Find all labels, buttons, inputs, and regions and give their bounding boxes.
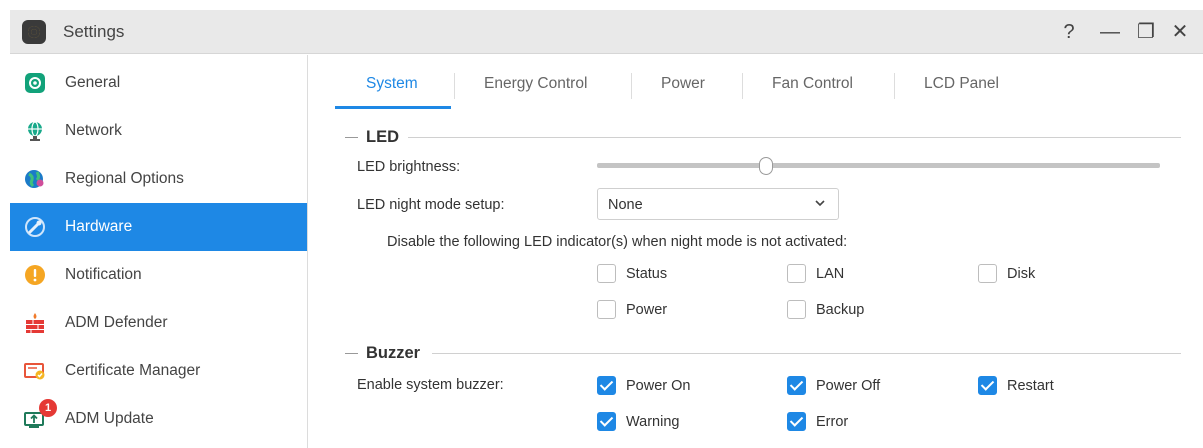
power-on-buzzer-checkbox[interactable] (597, 376, 616, 395)
sidebar-item-hardware[interactable]: Hardware (10, 203, 307, 251)
active-tab-indicator (335, 106, 451, 109)
tab-lcd-panel[interactable]: LCD Panel (924, 75, 999, 93)
chevron-down-icon (815, 200, 825, 207)
sidebar-item-label: Hardware (65, 218, 133, 235)
sidebar-item-certificate-manager[interactable]: Certificate Manager (10, 347, 307, 395)
disk-led-label: Disk (1007, 266, 1036, 282)
sidebar-item-adm-defender[interactable]: ADM Defender (10, 299, 307, 347)
section-dash (345, 353, 358, 354)
led-brightness-label: LED brightness: (357, 159, 461, 175)
lan-led-label: LAN (816, 266, 845, 282)
restart-buzzer-label: Restart (1007, 378, 1054, 394)
status-led-checkbox[interactable] (597, 264, 616, 283)
sidebar-item-regional-options[interactable]: Regional Options (10, 155, 307, 203)
led-night-mode-value: None (608, 197, 643, 213)
restart-buzzer-checkbox[interactable] (978, 376, 997, 395)
led-night-mode-label: LED night mode setup: (357, 197, 505, 213)
firewall-icon (26, 313, 44, 333)
status-led-label: Status (626, 266, 668, 282)
lan-led-checkbox[interactable] (787, 264, 806, 283)
led-section-title: LED (366, 128, 399, 146)
network-globe-icon (28, 121, 42, 141)
sidebar: General Network Regional Options Hardwar… (10, 55, 308, 448)
tab-divider (742, 73, 743, 99)
certificate-icon (24, 363, 45, 380)
sidebar-item-general[interactable]: General (10, 59, 307, 107)
buzzer-section-rule (432, 353, 1181, 354)
sidebar-item-label: ADM Defender (65, 314, 168, 331)
sidebar-item-adm-update[interactable]: 1 ADM Update (10, 395, 307, 443)
minimize-button[interactable]: — (1098, 20, 1122, 44)
tab-fan-control[interactable]: Fan Control (772, 75, 853, 93)
sidebar-item-label: Notification (65, 266, 142, 283)
close-button[interactable]: ✕ (1168, 20, 1192, 44)
section-dash (345, 137, 358, 138)
power-on-buzzer-label: Power On (626, 378, 691, 394)
led-indicators-caption: Disable the following LED indicator(s) w… (387, 234, 848, 250)
sidebar-item-label: ADM Update (65, 410, 154, 427)
help-button[interactable]: ? (1057, 20, 1081, 44)
power-led-checkbox[interactable] (597, 300, 616, 319)
led-brightness-slider[interactable] (597, 163, 1160, 168)
power-led-label: Power (626, 302, 668, 318)
backup-led-label: Backup (816, 302, 865, 318)
regional-globe-icon (25, 170, 44, 188)
sidebar-item-label: Network (65, 122, 122, 139)
warning-buzzer-label: Warning (626, 414, 680, 430)
sidebar-item-label: Regional Options (65, 170, 184, 187)
sidebar-item-network[interactable]: Network (10, 107, 307, 155)
tab-divider (454, 73, 455, 99)
tab-divider (894, 73, 895, 99)
error-buzzer-checkbox[interactable] (787, 412, 806, 431)
power-off-buzzer-checkbox[interactable] (787, 376, 806, 395)
hardware-tools-icon (25, 217, 45, 237)
tab-system[interactable]: System (366, 75, 418, 93)
maximize-button[interactable]: ❐ (1134, 20, 1158, 44)
led-section-rule (408, 137, 1181, 138)
general-icon (25, 73, 45, 93)
tab-bar: System Energy Control Power Fan Control … (310, 55, 1203, 110)
power-off-buzzer-label: Power Off (816, 378, 881, 394)
buzzer-enable-label: Enable system buzzer: (357, 377, 504, 393)
title-bar: Settings ? — ❐ ✕ (10, 10, 1203, 54)
error-buzzer-label: Error (816, 414, 849, 430)
sidebar-item-label: General (65, 74, 121, 91)
warning-circle-icon (25, 265, 45, 285)
led-night-mode-select[interactable]: None (597, 188, 839, 220)
tab-divider (631, 73, 632, 99)
backup-led-checkbox[interactable] (787, 300, 806, 319)
tab-power[interactable]: Power (661, 75, 705, 93)
warning-buzzer-checkbox[interactable] (597, 412, 616, 431)
tab-energy-control[interactable]: Energy Control (484, 75, 587, 93)
sidebar-item-label: Certificate Manager (65, 362, 201, 379)
window-title: Settings (63, 22, 125, 41)
buzzer-section-title: Buzzer (366, 344, 421, 362)
settings-window: Settings ? — ❐ ✕ General Network Regiona… (0, 0, 1203, 448)
led-brightness-slider-thumb[interactable] (758, 157, 773, 175)
update-count-badge: 1 (39, 399, 57, 417)
settings-app-icon (22, 20, 46, 44)
sidebar-item-notification[interactable]: Notification (10, 251, 307, 299)
disk-led-checkbox[interactable] (978, 264, 997, 283)
